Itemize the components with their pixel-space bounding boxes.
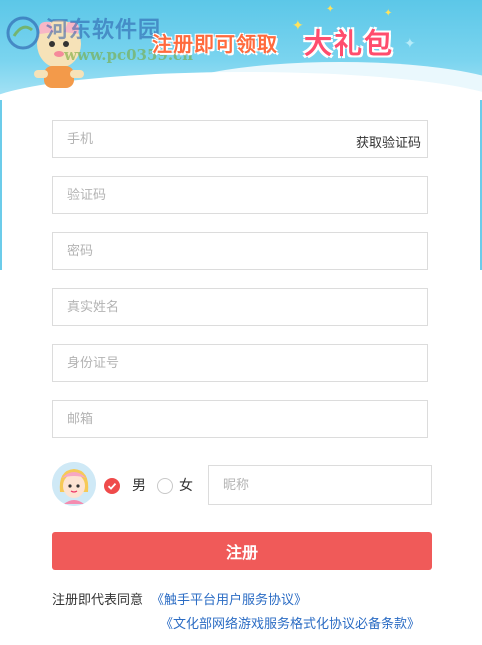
realname-input[interactable]: [53, 289, 427, 325]
game-terms-link[interactable]: 《文化部网络游戏服务格式化协议必备条款》: [160, 617, 420, 632]
code-field[interactable]: [52, 176, 428, 214]
left-edge-accent: [0, 100, 2, 270]
watermark-logo-icon: [6, 16, 40, 50]
email-field[interactable]: [52, 400, 428, 438]
phone-field[interactable]: 获取验证码: [52, 120, 428, 158]
idcard-field[interactable]: [52, 344, 428, 382]
sparkle-icon: ✦: [326, 4, 335, 15]
sparkle-icon: ✦: [384, 8, 393, 19]
banner-slogan-gift: 大礼包: [304, 27, 395, 60]
password-field[interactable]: [52, 232, 428, 270]
nickname-field[interactable]: [208, 465, 432, 505]
user-agreement-link[interactable]: 《触手平台用户服务协议》: [151, 593, 307, 608]
agreement-line-2: 《文化部网络游戏服务格式化协议必备条款》: [160, 613, 420, 632]
gender-female-label[interactable]: 女: [179, 478, 193, 495]
nickname-input[interactable]: [209, 466, 431, 504]
sparkle-icon: ✦: [404, 36, 416, 52]
register-button[interactable]: 注册: [52, 532, 432, 570]
gender-male-radio[interactable]: [104, 478, 120, 494]
idcard-input[interactable]: [53, 345, 427, 381]
avatar[interactable]: [52, 462, 96, 506]
agreement-line: 注册即代表同意 《触手平台用户服务协议》: [52, 589, 307, 608]
get-code-button[interactable]: 获取验证码: [356, 132, 421, 151]
banner-slogan: 注册即可领取: [152, 32, 278, 56]
email-input[interactable]: [53, 401, 427, 437]
agreement-prefix: 注册即代表同意: [52, 593, 144, 608]
promo-banner: 河东软件园 www.pc0359.cn 注册即可领取 大礼包 ✦ ✦ ✦ ✦: [0, 0, 482, 100]
gender-female-radio[interactable]: [157, 478, 173, 494]
password-input[interactable]: [53, 233, 427, 269]
sparkle-icon: ✦: [292, 18, 304, 34]
avatar-girl-icon: [52, 462, 96, 506]
gender-male-label[interactable]: 男: [132, 478, 146, 495]
verification-code-input[interactable]: [53, 177, 427, 213]
watermark-name: 河东软件园: [46, 17, 162, 43]
realname-field[interactable]: [52, 288, 428, 326]
checkmark-icon: [107, 482, 117, 490]
